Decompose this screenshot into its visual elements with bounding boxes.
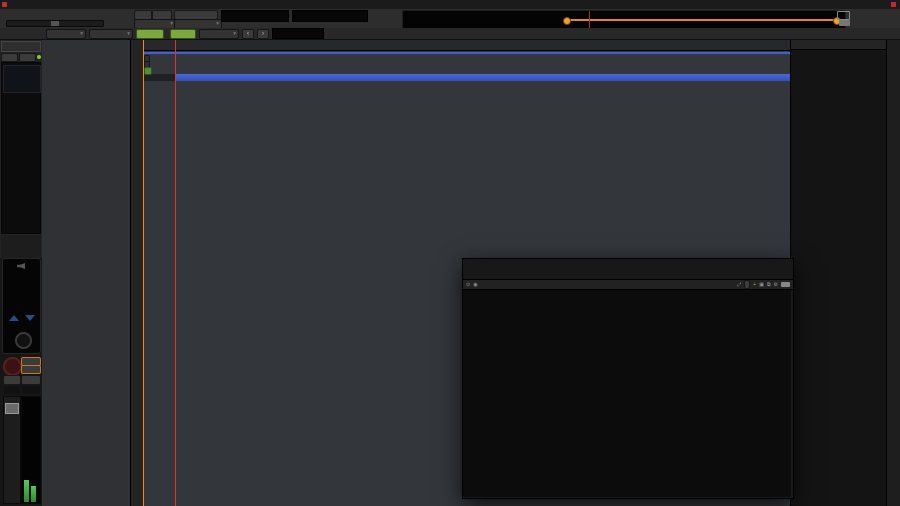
- plugin-keyboard-icon[interactable]: [781, 282, 790, 287]
- plugin-save-icon[interactable]: ▣: [759, 282, 764, 288]
- disk-monitor-button[interactable]: [21, 365, 41, 374]
- plugin-power-icon[interactable]: ◉: [473, 282, 477, 288]
- speaker-icon: [17, 263, 25, 269]
- surge-ui: [463, 290, 791, 497]
- ardour-window: ▾ ▾ ▾ ▾ ▾ ‹ › ⊙ ◉ ⤢ + ▣ ⧉ ⚙: [0, 0, 900, 506]
- monitor-knob[interactable]: [15, 332, 32, 349]
- arrangement-panel: [790, 40, 887, 506]
- plugin-window: ⊙ ◉ ⤢ + ▣ ⧉ ⚙: [462, 258, 794, 499]
- fader[interactable]: [3, 396, 21, 504]
- plugin-resize-icon[interactable]: ⤢: [737, 282, 741, 288]
- plugin-add-icon[interactable]: +: [753, 282, 756, 288]
- pin-management-button[interactable]: [744, 280, 751, 289]
- start-marker[interactable]: [144, 67, 152, 75]
- plugin-titlebar[interactable]: [463, 259, 793, 280]
- playhead[interactable]: [175, 40, 176, 506]
- session-start-line: [143, 40, 144, 506]
- mute-button[interactable]: [3, 375, 21, 385]
- monitor-section: [0, 258, 42, 506]
- sidebar-tabs: [886, 40, 900, 506]
- peak-display[interactable]: [21, 385, 41, 395]
- solo-button[interactable]: [21, 375, 41, 385]
- arrangement-ruler[interactable]: [143, 74, 790, 81]
- plugin-bypass-icon[interactable]: ⊙: [466, 282, 470, 288]
- plugin-host-toolbar: ⊙ ◉ ⤢ + ▣ ⧉ ⚙: [463, 280, 793, 290]
- plugin-settings-icon[interactable]: ⚙: [774, 282, 778, 288]
- level-meter: [21, 396, 41, 504]
- gain-display[interactable]: [3, 385, 21, 395]
- record-enable-button[interactable]: [3, 357, 22, 376]
- loop-range-bar[interactable]: [143, 52, 790, 54]
- plugin-copy-icon[interactable]: ⧉: [767, 282, 771, 288]
